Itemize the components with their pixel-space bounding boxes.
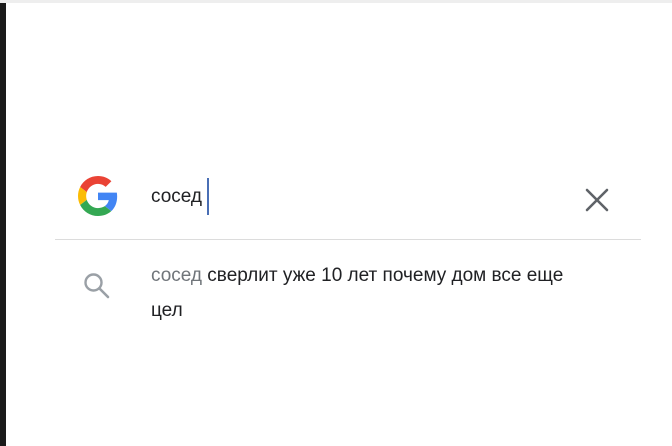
google-g-icon bbox=[78, 176, 118, 216]
screenshot-left-edge bbox=[0, 0, 6, 446]
suggestion-text: сосед сверлит уже 10 лет почему дом все … bbox=[151, 258, 581, 328]
close-icon[interactable] bbox=[581, 184, 613, 216]
search-icon bbox=[84, 273, 110, 299]
search-bar[interactable]: сосед bbox=[55, 168, 641, 228]
suggestion-typed-part: сосед bbox=[151, 265, 203, 286]
suggestion-completion: сверлит уже 10 лет почему дом все еще це… bbox=[151, 265, 564, 321]
search-divider bbox=[55, 239, 641, 240]
text-caret bbox=[207, 178, 209, 215]
search-input[interactable]: сосед bbox=[151, 185, 202, 209]
suggestion-item[interactable]: сосед сверлит уже 10 лет почему дом все … bbox=[55, 252, 641, 332]
screenshot-top-edge bbox=[0, 0, 672, 3]
